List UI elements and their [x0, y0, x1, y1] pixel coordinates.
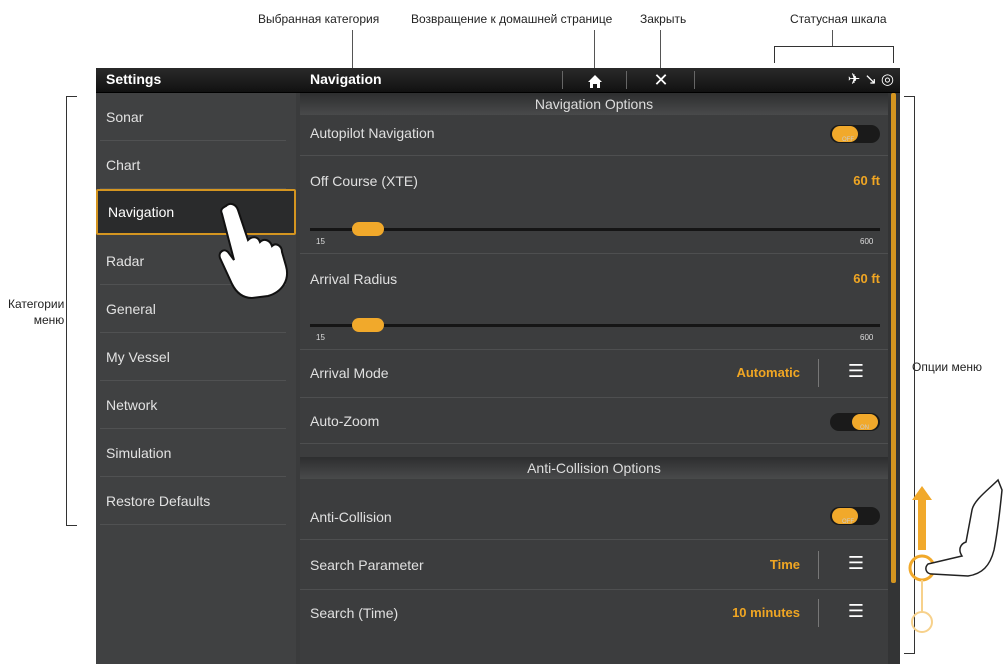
- slider-max: 600: [860, 237, 874, 246]
- callout-selected-category: Выбранная категория: [258, 12, 380, 26]
- divider: [562, 71, 563, 89]
- toggle-state: OFF: [842, 519, 854, 525]
- divider: [300, 155, 888, 156]
- autopilot-toggle[interactable]: OFF: [830, 125, 880, 143]
- divider: [694, 71, 695, 89]
- category-sidebar: Sonar Chart Navigation Radar General My …: [96, 93, 296, 664]
- off-course-label: Off Course (XTE): [310, 173, 418, 189]
- arrival-mode-label: Arrival Mode: [310, 365, 389, 381]
- categories-bracket: [66, 96, 77, 526]
- search-parameter-value: Time: [769, 557, 800, 572]
- pencil-icon: ↘: [864, 71, 877, 88]
- arrival-radius-label: Arrival Radius: [310, 271, 398, 287]
- sidebar-item-network[interactable]: Network: [96, 381, 296, 429]
- slider-min: 15: [316, 333, 325, 342]
- autopilot-label: Autopilot Navigation: [310, 125, 435, 141]
- arrival-radius-slider-knob[interactable]: [352, 318, 384, 332]
- satellite-icon: ✈: [847, 71, 861, 88]
- toggle-state: ON: [860, 425, 869, 431]
- off-course-value: 60 ft: [853, 173, 880, 188]
- arrival-mode-menu-icon[interactable]: ☰: [846, 361, 866, 382]
- pointing-hand-icon: [218, 202, 288, 300]
- status-bracket: [774, 46, 894, 63]
- status-bar[interactable]: ✈ ↘ ◎: [844, 70, 894, 88]
- settings-title: Settings: [106, 71, 162, 87]
- sidebar-item-simulation[interactable]: Simulation: [96, 429, 296, 477]
- callout-close: Закрыть: [640, 12, 687, 26]
- callout-home: Возвращение к домашней странице: [411, 12, 613, 26]
- arrival-mode-value: Automatic: [736, 365, 800, 380]
- leader-line: [832, 30, 833, 46]
- sidebar-item-chart[interactable]: Chart: [96, 141, 296, 189]
- home-icon[interactable]: [580, 69, 610, 94]
- close-icon[interactable]: ✕: [646, 69, 676, 91]
- search-parameter-label: Search Parameter: [310, 557, 424, 573]
- scrollbar[interactable]: [891, 93, 896, 583]
- off-course-slider-knob[interactable]: [352, 222, 384, 236]
- sidebar-item-sonar[interactable]: Sonar: [96, 93, 296, 141]
- search-time-menu-icon[interactable]: ☰: [846, 601, 866, 622]
- callout-menu-options: Опции меню: [912, 360, 982, 374]
- toggle-state: OFF: [842, 137, 854, 143]
- settings-screen: Settings Navigation ✕ ✈ ↘ ◎ Sonar Chart Na…: [96, 68, 900, 664]
- divider: [300, 589, 888, 590]
- selected-category-title: Navigation: [310, 71, 382, 87]
- settings-content: Navigation Options Autopilot Navigation …: [300, 93, 888, 664]
- section-header-anti-collision: Anti-Collision Options: [300, 457, 888, 479]
- section-header-navigation: Navigation Options: [300, 93, 888, 115]
- callout-menu-categories: Категории меню: [8, 297, 65, 327]
- compass-icon: ◎: [880, 71, 894, 88]
- top-bar: Settings Navigation ✕ ✈ ↘ ◎: [96, 68, 900, 93]
- divider: [626, 71, 627, 89]
- sidebar-item-my-vessel[interactable]: My Vessel: [96, 333, 296, 381]
- divider: [300, 443, 888, 444]
- arrival-radius-value: 60 ft: [853, 271, 880, 286]
- anti-collision-toggle[interactable]: OFF: [830, 507, 880, 525]
- search-time-value: 10 minutes: [732, 605, 800, 620]
- divider: [818, 359, 819, 387]
- divider: [300, 397, 888, 398]
- divider: [300, 349, 888, 350]
- scroll-gesture-icon: [908, 478, 1003, 633]
- divider: [300, 253, 888, 254]
- divider: [818, 599, 819, 627]
- sidebar-item-restore-defaults[interactable]: Restore Defaults: [96, 477, 296, 525]
- off-course-slider[interactable]: [310, 228, 880, 231]
- anti-collision-label: Anti-Collision: [310, 509, 392, 525]
- arrival-radius-slider[interactable]: [310, 324, 880, 327]
- slider-min: 15: [316, 237, 325, 246]
- divider: [818, 551, 819, 579]
- search-time-label: Search (Time): [310, 605, 399, 621]
- divider: [300, 539, 888, 540]
- callout-status-bar: Статусная шкала: [790, 12, 887, 26]
- auto-zoom-toggle[interactable]: ON: [830, 413, 880, 431]
- search-parameter-menu-icon[interactable]: ☰: [846, 553, 866, 574]
- auto-zoom-label: Auto-Zoom: [310, 413, 380, 429]
- slider-max: 600: [860, 333, 874, 342]
